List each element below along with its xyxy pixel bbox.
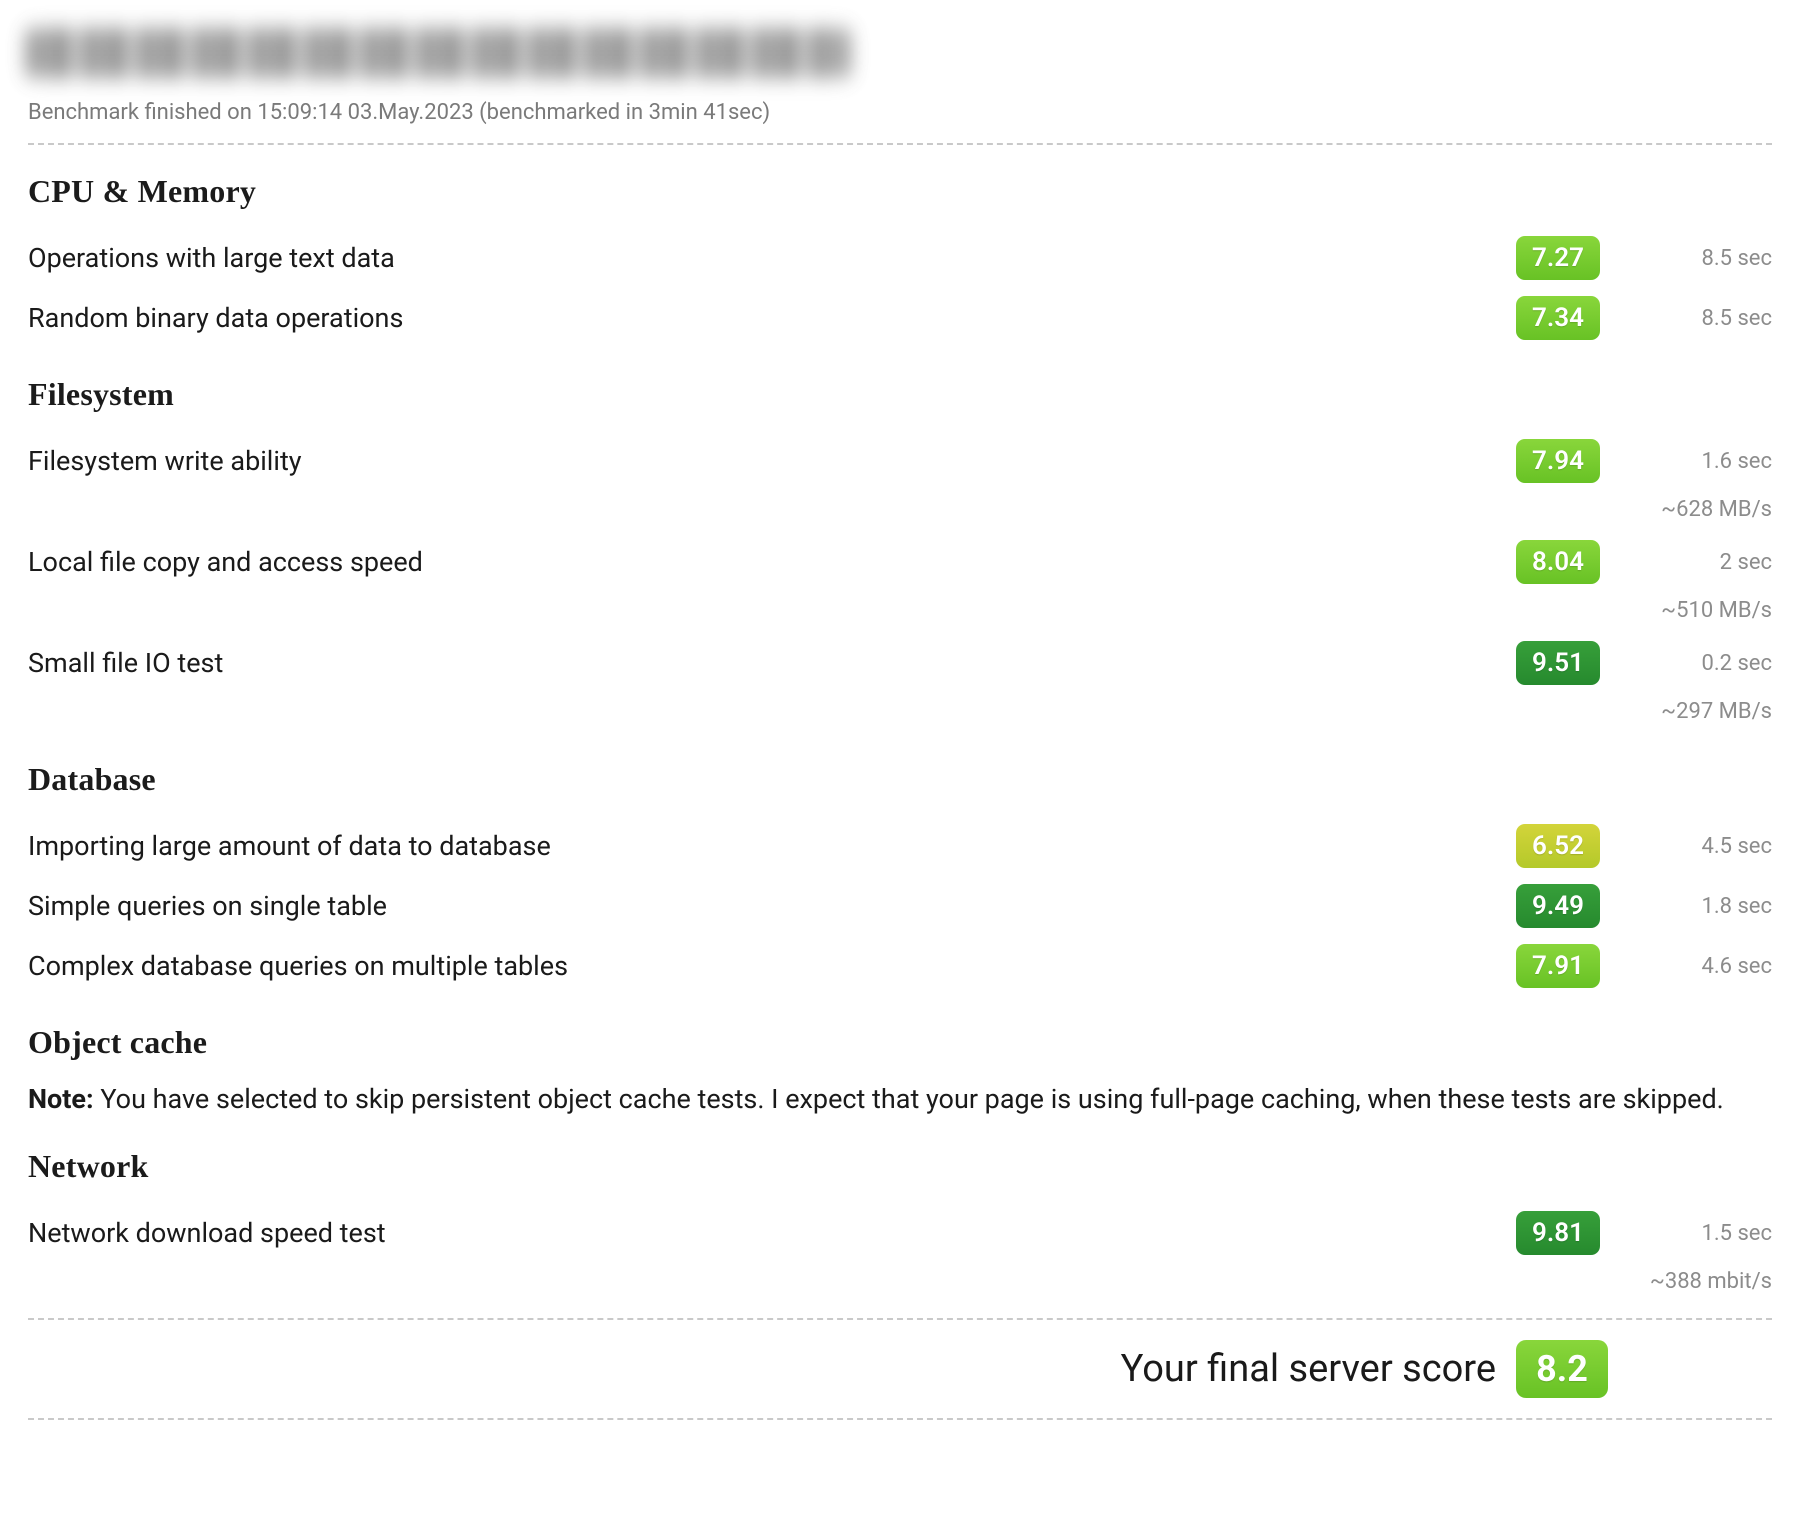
benchmark-row: Importing large amount of data to databa… [28, 816, 1772, 876]
final-score-row: Your final server score 8.2 [28, 1334, 1772, 1404]
benchmark-row: Operations with large text data 7.27 8.5 s… [28, 228, 1772, 288]
timing-column: 4.5 sec [1612, 824, 1772, 860]
divider [28, 1418, 1772, 1420]
timing-column: 1.5 sec ~388 mbit/s [1612, 1211, 1772, 1296]
benchmark-label: Filesystem write ability [28, 439, 1500, 479]
timing-duration: 8.5 sec [1612, 296, 1772, 332]
score-badge: 9.81 [1516, 1211, 1600, 1255]
divider [28, 1318, 1772, 1320]
score-badge: 7.27 [1516, 236, 1600, 280]
note-prefix: Note: [28, 1083, 94, 1115]
timing-throughput: ~510 MB/s [1612, 598, 1772, 624]
timing-column: 4.6 sec [1612, 944, 1772, 980]
benchmark-row: Small file IO test 9.51 0.2 sec ~297 MB/s [28, 633, 1772, 734]
benchmark-label: Complex database queries on multiple tab… [28, 944, 1500, 984]
divider [28, 143, 1772, 145]
score-badge: 9.51 [1516, 641, 1600, 685]
timing-duration: 1.8 sec [1612, 884, 1772, 920]
benchmark-label: Local file copy and access speed [28, 540, 1500, 580]
benchmark-report: Benchmark finished on 15:09:14 03.May.20… [0, 0, 1800, 1474]
section-title-network: Network [28, 1148, 1772, 1185]
final-score-label: Your final server score [1121, 1347, 1496, 1391]
benchmark-row: Local file copy and access speed 8.04 2 se… [28, 532, 1772, 633]
benchmark-label: Small file IO test [28, 641, 1500, 681]
timing-throughput: ~297 MB/s [1612, 699, 1772, 725]
timing-column: 2 sec ~510 MB/s [1612, 540, 1772, 625]
timing-column: 1.6 sec ~628 MB/s [1612, 439, 1772, 524]
benchmark-row: Network download speed test 9.81 1.5 sec ~3… [28, 1203, 1772, 1304]
benchmark-label: Operations with large text data [28, 236, 1500, 276]
benchmark-label: Random binary data operations [28, 296, 1500, 336]
benchmark-meta: Benchmark finished on 15:09:14 03.May.20… [28, 100, 1772, 125]
score-badge: 9.49 [1516, 884, 1600, 928]
timing-column: 1.8 sec [1612, 884, 1772, 920]
timing-duration: 4.5 sec [1612, 824, 1772, 860]
timing-duration: 0.2 sec [1612, 641, 1772, 677]
object-cache-note: Note: You have selected to skip persiste… [28, 1079, 1772, 1120]
benchmark-row: Simple queries on single table 9.49 1.8 se… [28, 876, 1772, 936]
timing-throughput: ~628 MB/s [1612, 497, 1772, 523]
score-badge: 7.34 [1516, 296, 1600, 340]
score-badge: 7.91 [1516, 944, 1600, 988]
section-title-filesystem: Filesystem [28, 376, 1772, 413]
timing-duration: 4.6 sec [1612, 944, 1772, 980]
timing-duration: 1.6 sec [1612, 439, 1772, 475]
timing-duration: 1.5 sec [1612, 1211, 1772, 1247]
section-title-database: Database [28, 761, 1772, 798]
note-text: You have selected to skip persistent obj… [94, 1083, 1724, 1115]
timing-throughput: ~388 mbit/s [1612, 1269, 1772, 1295]
score-badge: 6.52 [1516, 824, 1600, 868]
timing-duration: 8.5 sec [1612, 236, 1772, 272]
timing-column: 8.5 sec [1612, 296, 1772, 332]
benchmark-row: Filesystem write ability 7.94 1.6 sec ~628 … [28, 431, 1772, 532]
benchmark-label: Simple queries on single table [28, 884, 1500, 924]
final-score-badge: 8.2 [1516, 1340, 1608, 1398]
site-url-blurred [28, 28, 848, 78]
benchmark-row: Random binary data operations 7.34 8.5 sec [28, 288, 1772, 348]
section-title-cpu: CPU & Memory [28, 173, 1772, 210]
timing-column: 8.5 sec [1612, 236, 1772, 272]
benchmark-label: Importing large amount of data to databa… [28, 824, 1500, 864]
timing-column: 0.2 sec ~297 MB/s [1612, 641, 1772, 726]
section-title-object-cache: Object cache [28, 1024, 1772, 1061]
score-badge: 8.04 [1516, 540, 1600, 584]
timing-duration: 2 sec [1612, 540, 1772, 576]
score-badge: 7.94 [1516, 439, 1600, 483]
benchmark-label: Network download speed test [28, 1211, 1500, 1251]
benchmark-row: Complex database queries on multiple tab… [28, 936, 1772, 996]
